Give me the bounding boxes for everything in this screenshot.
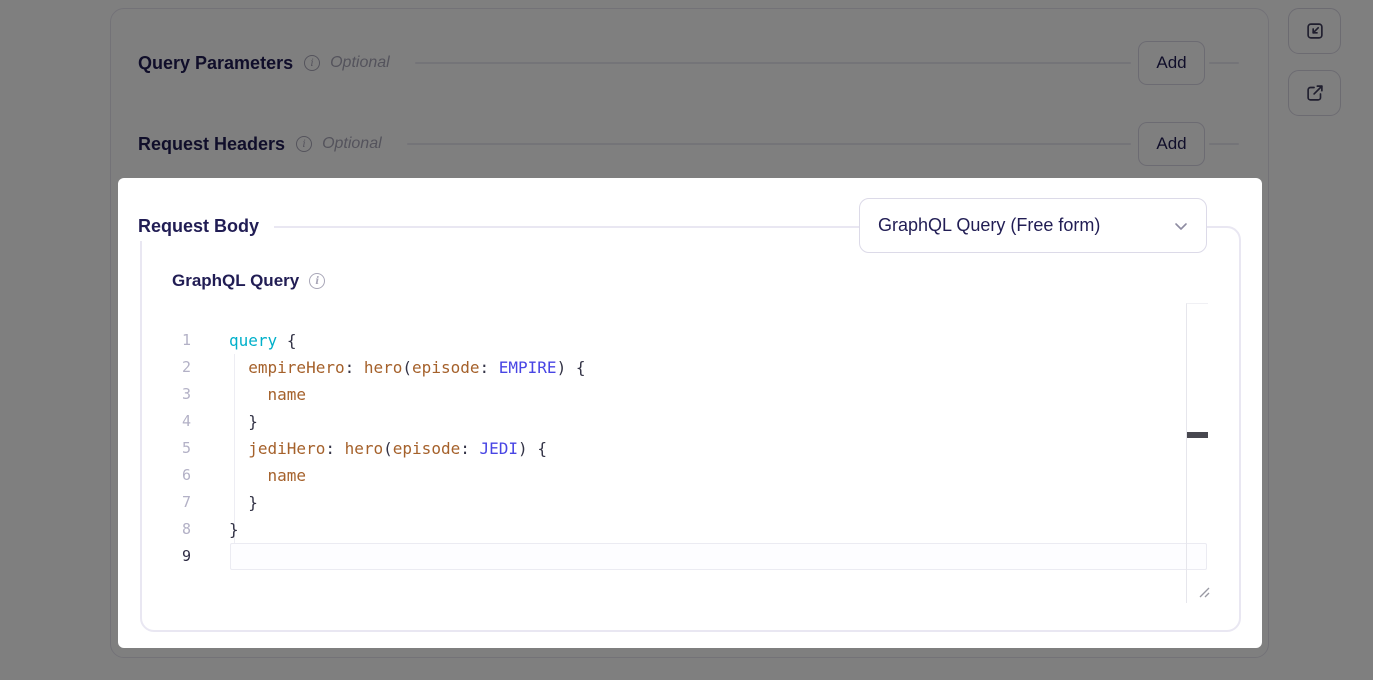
code-line: name bbox=[229, 381, 306, 408]
body-type-select[interactable]: GraphQL Query (Free form) bbox=[859, 198, 1207, 253]
code-token: ( bbox=[383, 439, 393, 458]
section-divider-end bbox=[1209, 62, 1239, 64]
code-token: jediHero bbox=[248, 439, 325, 458]
add-request-header-button[interactable]: Add bbox=[1138, 122, 1205, 166]
code-line-row: 7 } bbox=[172, 489, 1186, 516]
code-token: hero bbox=[345, 439, 384, 458]
graphql-query-label-row: GraphQL Query i bbox=[172, 271, 325, 291]
resize-handle[interactable] bbox=[1197, 585, 1211, 599]
code-token: } bbox=[248, 493, 258, 512]
line-number: 3 bbox=[172, 381, 191, 408]
line-number: 2 bbox=[172, 354, 191, 381]
code-token: name bbox=[268, 385, 307, 404]
request-body-label: Request Body bbox=[130, 211, 274, 241]
code-line: empireHero: hero(episode: EMPIRE) { bbox=[229, 354, 585, 381]
code-line-row: 5 jediHero: hero(episode: JEDI) { bbox=[172, 435, 1186, 462]
code-token bbox=[528, 439, 538, 458]
editor-scrollbar-thumb[interactable] bbox=[1187, 432, 1208, 438]
request-headers-section: Request Headers i Optional Add bbox=[138, 122, 1239, 166]
code-token bbox=[229, 385, 268, 404]
query-parameters-section: Query Parameters i Optional Add bbox=[138, 41, 1239, 85]
code-line-row: 3 name bbox=[172, 381, 1186, 408]
line-number: 8 bbox=[172, 516, 191, 543]
line-number: 7 bbox=[172, 489, 191, 516]
external-link-icon bbox=[1304, 82, 1326, 104]
line-number: 9 bbox=[172, 543, 191, 570]
line-number: 6 bbox=[172, 462, 191, 489]
code-token: hero bbox=[364, 358, 403, 377]
info-icon[interactable]: i bbox=[309, 273, 325, 289]
code-token bbox=[229, 466, 268, 485]
code-token: ) bbox=[557, 358, 567, 377]
code-token: ( bbox=[402, 358, 412, 377]
optional-badge: Optional bbox=[330, 54, 390, 72]
code-token bbox=[566, 358, 576, 377]
section-divider bbox=[415, 62, 1131, 64]
code-token bbox=[229, 493, 248, 512]
add-query-parameter-button[interactable]: Add bbox=[1138, 41, 1205, 85]
code-token bbox=[354, 358, 364, 377]
arrow-into-square-icon bbox=[1304, 20, 1326, 42]
code-line-row: 1 query { bbox=[172, 327, 1186, 354]
code-line: } bbox=[229, 516, 239, 543]
code-token: episode bbox=[393, 439, 460, 458]
code-token: query bbox=[229, 331, 277, 350]
code-line-row: 6 name bbox=[172, 462, 1186, 489]
code-token: } bbox=[248, 412, 258, 431]
request-headers-label: Request Headers bbox=[138, 134, 285, 155]
code-line: jediHero: hero(episode: JEDI) { bbox=[229, 435, 547, 462]
code-line-row: 9 bbox=[172, 543, 1186, 570]
line-number: 5 bbox=[172, 435, 191, 462]
code-token: : bbox=[345, 358, 355, 377]
code-line-row: 4 } bbox=[172, 408, 1186, 435]
code-token bbox=[277, 331, 287, 350]
code-token: ) bbox=[518, 439, 528, 458]
code-token bbox=[229, 412, 248, 431]
code-token: EMPIRE bbox=[499, 358, 557, 377]
info-icon[interactable]: i bbox=[304, 55, 320, 71]
code-line: name bbox=[229, 462, 306, 489]
code-token bbox=[470, 439, 480, 458]
code-token bbox=[489, 358, 499, 377]
code-token: { bbox=[287, 331, 297, 350]
code-token: empireHero bbox=[248, 358, 344, 377]
code-token bbox=[335, 439, 345, 458]
graphql-query-editor[interactable]: 1query {2 empireHero: hero(episode: EMPI… bbox=[172, 327, 1186, 571]
line-number: 4 bbox=[172, 408, 191, 435]
inline-edit-button[interactable] bbox=[1288, 8, 1341, 54]
open-external-button[interactable] bbox=[1288, 70, 1341, 116]
code-line-row: 2 empireHero: hero(episode: EMPIRE) { bbox=[172, 354, 1186, 381]
query-parameters-label: Query Parameters bbox=[138, 53, 293, 74]
section-divider-end bbox=[1209, 143, 1239, 145]
code-token: : bbox=[479, 358, 489, 377]
request-form-card: Query Parameters i Optional Add Request … bbox=[110, 8, 1269, 658]
code-token bbox=[229, 439, 248, 458]
line-number: 1 bbox=[172, 327, 191, 354]
code-line: query { bbox=[229, 327, 296, 354]
info-icon[interactable]: i bbox=[296, 136, 312, 152]
graphql-query-label: GraphQL Query bbox=[172, 271, 299, 291]
code-line: } bbox=[229, 489, 258, 516]
chevron-down-icon bbox=[1172, 217, 1190, 235]
code-token bbox=[229, 358, 248, 377]
code-token: : bbox=[460, 439, 470, 458]
code-token: } bbox=[229, 520, 239, 539]
optional-badge: Optional bbox=[322, 135, 382, 153]
code-token: episode bbox=[412, 358, 479, 377]
body-type-selected-value: GraphQL Query (Free form) bbox=[878, 215, 1100, 236]
code-token: { bbox=[576, 358, 586, 377]
code-token: { bbox=[537, 439, 547, 458]
editor-scrollbar-track bbox=[1186, 303, 1208, 603]
code-token: JEDI bbox=[480, 439, 519, 458]
section-divider bbox=[407, 143, 1131, 145]
code-line: } bbox=[229, 408, 258, 435]
code-token: : bbox=[325, 439, 335, 458]
code-line-row: 8} bbox=[172, 516, 1186, 543]
code-token: name bbox=[268, 466, 307, 485]
